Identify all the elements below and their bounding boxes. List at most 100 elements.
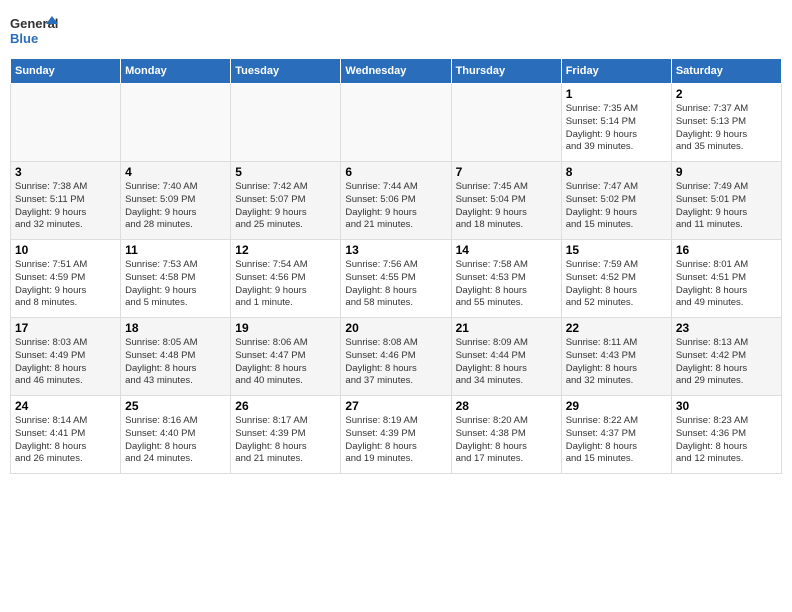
day-info: Sunrise: 8:01 AM Sunset: 4:51 PM Dayligh… <box>676 259 777 310</box>
day-info: Sunrise: 7:49 AM Sunset: 5:01 PM Dayligh… <box>676 181 777 232</box>
day-number: 28 <box>456 399 557 413</box>
day-info: Sunrise: 8:08 AM Sunset: 4:46 PM Dayligh… <box>345 337 446 388</box>
day-number: 26 <box>235 399 336 413</box>
day-number: 14 <box>456 243 557 257</box>
calendar-cell: 25Sunrise: 8:16 AM Sunset: 4:40 PM Dayli… <box>121 396 231 474</box>
day-number: 20 <box>345 321 446 335</box>
day-info: Sunrise: 8:03 AM Sunset: 4:49 PM Dayligh… <box>15 337 116 388</box>
day-info: Sunrise: 8:14 AM Sunset: 4:41 PM Dayligh… <box>15 415 116 466</box>
day-number: 9 <box>676 165 777 179</box>
day-info: Sunrise: 7:40 AM Sunset: 5:09 PM Dayligh… <box>125 181 226 232</box>
calendar-cell <box>451 84 561 162</box>
day-number: 21 <box>456 321 557 335</box>
day-number: 27 <box>345 399 446 413</box>
calendar-cell: 4 Sunrise: 7:40 AM Sunset: 5:09 PM Daylig… <box>121 162 231 240</box>
day-info: Sunrise: 8:20 AM Sunset: 4:38 PM Dayligh… <box>456 415 557 466</box>
day-info: Sunrise: 7:58 AM Sunset: 4:53 PM Dayligh… <box>456 259 557 310</box>
weekday-header-cell: Thursday <box>451 59 561 84</box>
weekday-header-cell: Sunday <box>11 59 121 84</box>
calendar-cell: 5 Sunrise: 7:42 AM Sunset: 5:07 PM Daylig… <box>231 162 341 240</box>
day-info: Sunrise: 8:16 AM Sunset: 4:40 PM Dayligh… <box>125 415 226 466</box>
svg-text:Blue: Blue <box>10 31 38 46</box>
calendar-cell: 17 Sunrise: 8:03 AM Sunset: 4:49 PM Dayli… <box>11 318 121 396</box>
day-number: 10 <box>15 243 116 257</box>
calendar-week-row: 1 Sunrise: 7:35 AM Sunset: 5:14 PM Daylig… <box>11 84 782 162</box>
weekday-header-cell: Wednesday <box>341 59 451 84</box>
calendar-cell: 19Sunrise: 8:06 AM Sunset: 4:47 PM Dayli… <box>231 318 341 396</box>
calendar-cell: 11 Sunrise: 7:53 AM Sunset: 4:58 PM Dayli… <box>121 240 231 318</box>
day-info: Sunrise: 8:06 AM Sunset: 4:47 PM Dayligh… <box>235 337 336 388</box>
day-info: Sunrise: 8:23 AM Sunset: 4:36 PM Dayligh… <box>676 415 777 466</box>
day-info: Sunrise: 7:59 AM Sunset: 4:52 PM Dayligh… <box>566 259 667 310</box>
calendar-cell: 7Sunrise: 7:45 AM Sunset: 5:04 PM Daylig… <box>451 162 561 240</box>
calendar-body: 1 Sunrise: 7:35 AM Sunset: 5:14 PM Daylig… <box>11 84 782 474</box>
calendar-cell: 12Sunrise: 7:54 AM Sunset: 4:56 PM Dayli… <box>231 240 341 318</box>
weekday-header-cell: Tuesday <box>231 59 341 84</box>
calendar-table: SundayMondayTuesdayWednesdayThursdayFrid… <box>10 58 782 474</box>
day-number: 4 <box>125 165 226 179</box>
day-number: 5 <box>235 165 336 179</box>
calendar-cell: 23 Sunrise: 8:13 AM Sunset: 4:42 PM Dayli… <box>671 318 781 396</box>
weekday-header-cell: Friday <box>561 59 671 84</box>
weekday-header-cell: Saturday <box>671 59 781 84</box>
day-number: 6 <box>345 165 446 179</box>
day-info: Sunrise: 7:56 AM Sunset: 4:55 PM Dayligh… <box>345 259 446 310</box>
calendar-cell: 16 Sunrise: 8:01 AM Sunset: 4:51 PM Dayli… <box>671 240 781 318</box>
calendar-cell: 13Sunrise: 7:56 AM Sunset: 4:55 PM Dayli… <box>341 240 451 318</box>
calendar-week-row: 3 Sunrise: 7:38 AM Sunset: 5:11 PM Daylig… <box>11 162 782 240</box>
calendar-cell <box>341 84 451 162</box>
day-number: 18 <box>125 321 226 335</box>
calendar-cell: 1 Sunrise: 7:35 AM Sunset: 5:14 PM Daylig… <box>561 84 671 162</box>
day-number: 29 <box>566 399 667 413</box>
calendar-cell: 22 Sunrise: 8:11 AM Sunset: 4:43 PM Dayli… <box>561 318 671 396</box>
day-info: Sunrise: 8:09 AM Sunset: 4:44 PM Dayligh… <box>456 337 557 388</box>
day-info: Sunrise: 8:05 AM Sunset: 4:48 PM Dayligh… <box>125 337 226 388</box>
day-number: 3 <box>15 165 116 179</box>
day-info: Sunrise: 7:44 AM Sunset: 5:06 PM Dayligh… <box>345 181 446 232</box>
day-number: 16 <box>676 243 777 257</box>
day-info: Sunrise: 7:51 AM Sunset: 4:59 PM Dayligh… <box>15 259 116 310</box>
day-number: 1 <box>566 87 667 101</box>
day-info: Sunrise: 8:22 AM Sunset: 4:37 PM Dayligh… <box>566 415 667 466</box>
day-info: Sunrise: 8:19 AM Sunset: 4:39 PM Dayligh… <box>345 415 446 466</box>
calendar-cell: 21 Sunrise: 8:09 AM Sunset: 4:44 PM Dayli… <box>451 318 561 396</box>
calendar-cell: 9 Sunrise: 7:49 AM Sunset: 5:01 PM Daylig… <box>671 162 781 240</box>
day-number: 11 <box>125 243 226 257</box>
calendar-cell: 24Sunrise: 8:14 AM Sunset: 4:41 PM Dayli… <box>11 396 121 474</box>
weekday-header-row: SundayMondayTuesdayWednesdayThursdayFrid… <box>11 59 782 84</box>
day-info: Sunrise: 7:38 AM Sunset: 5:11 PM Dayligh… <box>15 181 116 232</box>
calendar-cell <box>231 84 341 162</box>
calendar-week-row: 24Sunrise: 8:14 AM Sunset: 4:41 PM Dayli… <box>11 396 782 474</box>
calendar-week-row: 17 Sunrise: 8:03 AM Sunset: 4:49 PM Dayli… <box>11 318 782 396</box>
calendar-cell: 18 Sunrise: 8:05 AM Sunset: 4:48 PM Dayli… <box>121 318 231 396</box>
day-info: Sunrise: 7:42 AM Sunset: 5:07 PM Dayligh… <box>235 181 336 232</box>
calendar-cell: 20 Sunrise: 8:08 AM Sunset: 4:46 PM Dayli… <box>341 318 451 396</box>
day-number: 17 <box>15 321 116 335</box>
day-number: 30 <box>676 399 777 413</box>
logo-svg: General Blue <box>10 10 58 54</box>
day-number: 23 <box>676 321 777 335</box>
day-info: Sunrise: 7:54 AM Sunset: 4:56 PM Dayligh… <box>235 259 336 310</box>
calendar-cell: 15 Sunrise: 7:59 AM Sunset: 4:52 PM Dayli… <box>561 240 671 318</box>
day-info: Sunrise: 7:35 AM Sunset: 5:14 PM Dayligh… <box>566 103 667 154</box>
header: General Blue <box>10 10 782 54</box>
day-number: 15 <box>566 243 667 257</box>
day-info: Sunrise: 7:53 AM Sunset: 4:58 PM Dayligh… <box>125 259 226 310</box>
calendar-cell: 28 Sunrise: 8:20 AM Sunset: 4:38 PM Dayli… <box>451 396 561 474</box>
calendar-cell: 14 Sunrise: 7:58 AM Sunset: 4:53 PM Dayli… <box>451 240 561 318</box>
day-number: 22 <box>566 321 667 335</box>
calendar-cell: 6 Sunrise: 7:44 AM Sunset: 5:06 PM Daylig… <box>341 162 451 240</box>
day-number: 7 <box>456 165 557 179</box>
calendar-cell: 10 Sunrise: 7:51 AM Sunset: 4:59 PM Dayli… <box>11 240 121 318</box>
calendar-cell: 3 Sunrise: 7:38 AM Sunset: 5:11 PM Daylig… <box>11 162 121 240</box>
day-info: Sunrise: 7:47 AM Sunset: 5:02 PM Dayligh… <box>566 181 667 232</box>
calendar-cell: 30 Sunrise: 8:23 AM Sunset: 4:36 PM Dayli… <box>671 396 781 474</box>
calendar-cell: 8Sunrise: 7:47 AM Sunset: 5:02 PM Daylig… <box>561 162 671 240</box>
calendar-cell <box>121 84 231 162</box>
calendar-week-row: 10 Sunrise: 7:51 AM Sunset: 4:59 PM Dayli… <box>11 240 782 318</box>
day-info: Sunrise: 8:11 AM Sunset: 4:43 PM Dayligh… <box>566 337 667 388</box>
calendar-cell <box>11 84 121 162</box>
calendar-cell: 27 Sunrise: 8:19 AM Sunset: 4:39 PM Dayli… <box>341 396 451 474</box>
logo: General Blue <box>10 10 58 54</box>
day-info: Sunrise: 8:13 AM Sunset: 4:42 PM Dayligh… <box>676 337 777 388</box>
